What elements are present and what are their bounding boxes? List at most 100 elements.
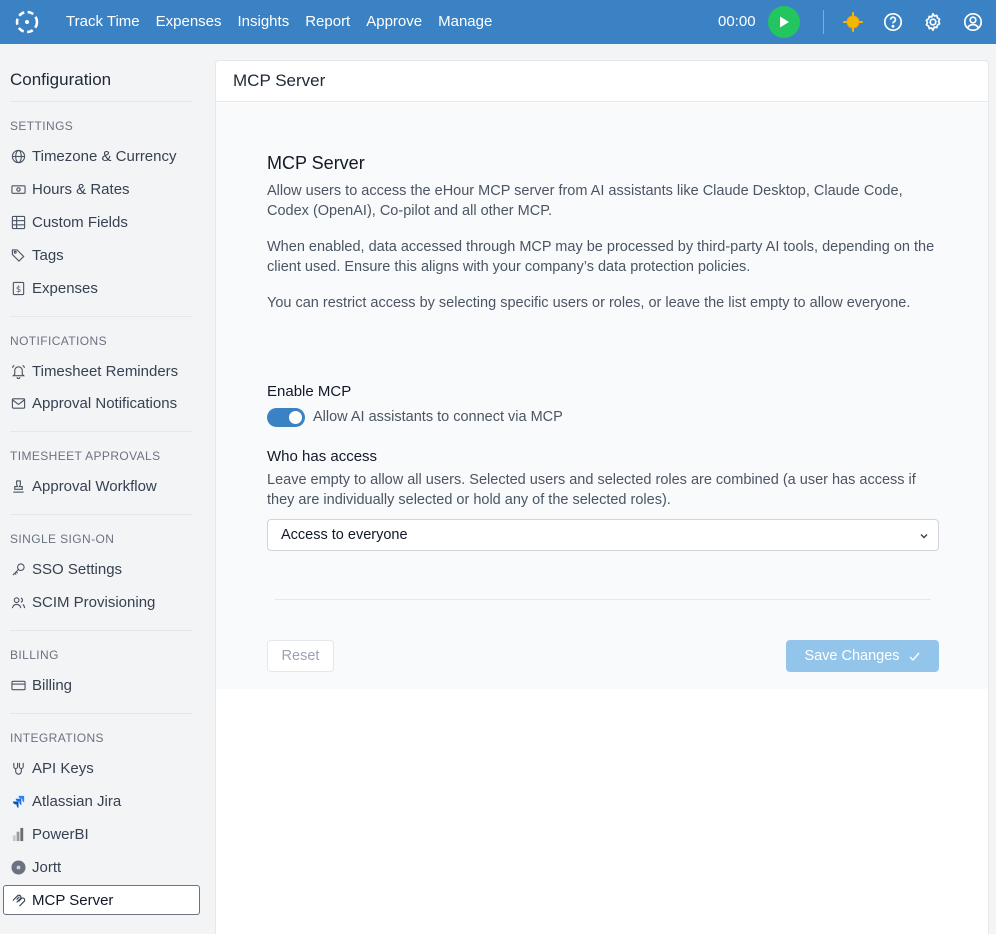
mail-icon <box>10 395 26 411</box>
sidebar-item-label: Billing <box>32 676 73 694</box>
sidebar-item-label: Jortt <box>32 858 62 876</box>
sidebar-item-approval-notifications[interactable]: Approval Notifications <box>10 390 177 416</box>
sidebar-item-label: Tags <box>32 246 64 264</box>
powerbi-logo-icon <box>10 826 26 842</box>
section-integrations: INTEGRATIONS <box>10 731 104 745</box>
sidebar-item-label: SSO Settings <box>32 560 123 578</box>
section-timesheet-approvals: TIMESHEET APPROVALS <box>10 449 161 463</box>
save-button-label: Save Changes <box>804 648 900 664</box>
start-timer-button[interactable] <box>768 6 800 38</box>
sidebar-divider <box>10 316 192 317</box>
key-icon <box>10 561 26 577</box>
enable-mcp-toggle[interactable] <box>267 408 305 427</box>
save-changes-button[interactable]: Save Changes <box>786 640 939 672</box>
jira-logo-icon <box>10 793 26 809</box>
access-select-value: Access to everyone <box>281 527 408 543</box>
play-icon <box>780 16 789 28</box>
users-icon <box>10 594 26 610</box>
top-nav-bar: Track Time Expenses Insights Report Appr… <box>0 0 996 44</box>
sidebar-item-label: Hours & Rates <box>32 180 130 198</box>
sidebar-title: Configuration <box>10 70 112 89</box>
help-button[interactable] <box>882 11 904 33</box>
section-sso: SINGLE SIGN-ON <box>10 532 115 546</box>
sidebar-item-atlassian-jira[interactable]: Atlassian Jira <box>10 788 121 814</box>
user-account-button[interactable] <box>962 11 984 33</box>
gear-icon <box>925 12 941 32</box>
main-nav: Track Time Expenses Insights Report Appr… <box>58 0 500 44</box>
sidebar-item-label: Timezone & Currency <box>32 147 177 165</box>
globe-icon <box>10 148 26 164</box>
panel-header: MCP Server <box>216 61 988 102</box>
sidebar-item-scim-provisioning[interactable]: SCIM Provisioning <box>10 589 155 615</box>
stamp-icon <box>10 478 26 494</box>
app-logo-icon[interactable] <box>14 9 40 35</box>
sidebar-item-label: Timesheet Reminders <box>32 362 179 380</box>
nav-approve[interactable]: Approve <box>358 0 430 44</box>
sidebar-item-hours-rates[interactable]: Hours & Rates <box>10 176 130 202</box>
enable-mcp-label: Enable MCP <box>267 383 352 400</box>
timer-display: 00:00 <box>718 13 756 30</box>
sidebar-divider <box>10 713 192 714</box>
section-settings: SETTINGS <box>10 119 74 133</box>
tag-icon <box>10 247 26 263</box>
chevron-down-icon <box>920 534 928 539</box>
description-restrict: You can restrict access by selecting spe… <box>267 295 911 311</box>
sidebar-item-label: Approval Workflow <box>32 477 157 495</box>
nav-report[interactable]: Report <box>297 0 358 44</box>
sidebar-item-custom-fields[interactable]: Custom Fields <box>10 209 128 235</box>
section-heading: MCP Server <box>267 153 365 173</box>
sidebar-item-jortt[interactable]: Jortt <box>10 854 61 880</box>
mcp-settings-card: MCP Server Allow users to access the eHo… <box>216 103 988 689</box>
section-notifications: NOTIFICATIONS <box>10 334 107 348</box>
reset-button[interactable]: Reset <box>267 640 334 672</box>
panel-title: MCP Server <box>233 71 326 90</box>
access-select[interactable]: Access to everyone <box>267 519 939 551</box>
enable-mcp-toggle-label[interactable]: Allow AI assistants to connect via MCP <box>313 408 563 427</box>
sidebar-item-timezone[interactable]: Timezone & Currency <box>10 143 177 169</box>
sidebar-item-label: API Keys <box>32 759 94 777</box>
svg-text:$: $ <box>15 283 20 293</box>
section-billing: BILLING <box>10 648 59 662</box>
sidebar-item-sso-settings[interactable]: SSO Settings <box>10 556 122 582</box>
check-icon <box>908 650 921 663</box>
description-access: Allow users to access the eHour MCP serv… <box>267 183 903 219</box>
nav-track-time[interactable]: Track Time <box>58 0 148 44</box>
sidebar-item-tags[interactable]: Tags <box>10 242 64 268</box>
sidebar-item-label: Expenses <box>32 279 98 297</box>
nav-manage[interactable]: Manage <box>430 0 500 44</box>
sidebar-item-powerbi[interactable]: PowerBI <box>10 821 89 847</box>
jortt-logo-icon <box>10 859 26 875</box>
sidebar-item-api-keys[interactable]: API Keys <box>10 755 94 781</box>
nav-expenses[interactable]: Expenses <box>148 0 230 44</box>
sidebar-divider <box>10 630 192 631</box>
sidebar-divider <box>10 431 192 432</box>
sidebar-item-label: SCIM Provisioning <box>32 593 156 611</box>
sun-icon <box>843 12 863 32</box>
sidebar-item-billing[interactable]: Billing <box>10 672 72 698</box>
sidebar-divider <box>10 514 192 515</box>
mcp-hook-icon <box>10 892 26 908</box>
sidebar-item-approval-workflow[interactable]: Approval Workflow <box>10 473 157 499</box>
credit-card-icon <box>10 677 26 693</box>
mcp-server-panel: MCP Server MCP Server Allow users to acc… <box>215 60 989 934</box>
table-icon <box>10 214 26 230</box>
sidebar-item-label: MCP Server <box>32 891 114 909</box>
api-plug-icon <box>10 760 26 776</box>
user-circle-icon <box>963 12 983 32</box>
nav-insights[interactable]: Insights <box>230 0 298 44</box>
sidebar-item-expenses[interactable]: $ Expenses <box>10 275 98 301</box>
sidebar-item-label: Atlassian Jira <box>32 792 122 810</box>
sidebar-item-label: Approval Notifications <box>32 394 178 412</box>
sidebar-item-timesheet-reminders[interactable]: Timesheet Reminders <box>10 358 178 384</box>
reset-button-label: Reset <box>281 648 320 664</box>
sidebar-item-mcp-server[interactable]: MCP Server <box>3 885 200 915</box>
access-help-text: Leave empty to allow all users. Selected… <box>267 472 916 508</box>
toggle-knob <box>289 411 302 424</box>
who-has-access-label: Who has access <box>267 448 378 465</box>
topbar-divider <box>823 10 824 34</box>
help-circle-icon <box>883 12 903 32</box>
theme-toggle-button[interactable] <box>842 11 864 33</box>
form-divider <box>275 599 931 600</box>
settings-button[interactable] <box>922 11 944 33</box>
description-privacy: When enabled, data accessed through MCP … <box>267 239 935 275</box>
